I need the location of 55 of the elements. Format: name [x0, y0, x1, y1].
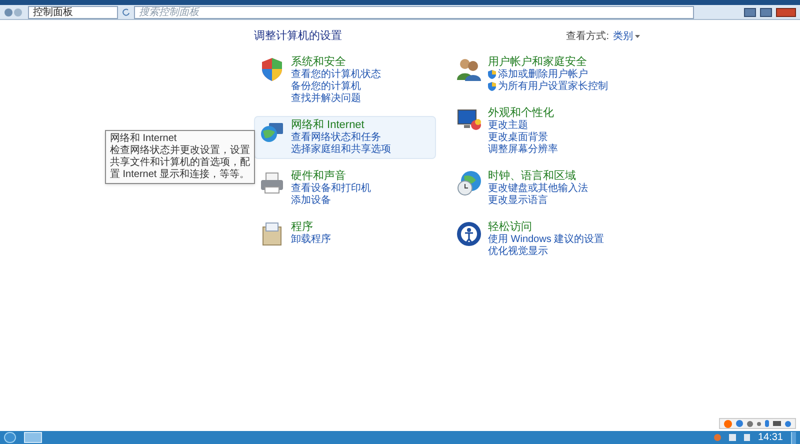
- task-link[interactable]: 更改主题: [488, 120, 528, 132]
- category-panel[interactable]: 用户帐户和家庭安全 添加或删除用户帐户 为所有用户设置家长控制: [451, 52, 633, 96]
- refresh-icon[interactable]: [122, 8, 130, 16]
- task-link[interactable]: 备份您的计算机: [291, 80, 361, 92]
- monitor-icon: [456, 106, 482, 132]
- task-link[interactable]: 更改键盘或其他输入法: [488, 182, 588, 194]
- category-title-link[interactable]: 系统和安全: [291, 56, 381, 68]
- tooltip-text: 检查网络状态并更改设置，设置共享文件和计算机的首选项，配置 Internet 显示和连接，等等。: [110, 144, 250, 180]
- shield-icon: [259, 56, 285, 82]
- show-desktop-button[interactable]: [791, 432, 796, 444]
- printer-icon: [259, 170, 285, 196]
- category-panel[interactable]: 时钟、语言和区域 更改键盘或其他输入法 更改显示语言: [451, 166, 633, 210]
- task-link[interactable]: 查看您的计算机状态: [291, 68, 381, 80]
- category-title-link[interactable]: 时钟、语言和区域: [488, 170, 588, 182]
- accessibility-icon: [456, 220, 482, 246]
- task-link[interactable]: 使用 Windows 建议的设置: [488, 234, 604, 246]
- caret-icon: [635, 34, 640, 38]
- search-field[interactable]: 搜索控制面板: [134, 6, 694, 18]
- view-by-label: 查看方式:: [566, 30, 609, 44]
- category-panel[interactable]: 程序 卸载程序: [254, 218, 436, 250]
- globe-clock-icon: [456, 170, 482, 196]
- task-link[interactable]: 卸载程序: [291, 234, 331, 246]
- category-title-link[interactable]: 程序: [291, 220, 331, 234]
- task-link[interactable]: 更改显示语言: [488, 194, 548, 206]
- minimize-button[interactable]: [744, 8, 756, 16]
- breadcrumb-item[interactable]: 控制面板: [33, 6, 73, 18]
- tooltip-title: 网络和 Internet: [110, 132, 178, 144]
- category-panel[interactable]: 硬件和声音 查看设备和打印机 添加设备: [254, 166, 436, 210]
- maximize-button[interactable]: [760, 8, 772, 16]
- page-heading: 调整计算机的设置: [254, 29, 342, 44]
- task-link[interactable]: 添加设备: [291, 194, 331, 206]
- close-button[interactable]: [776, 8, 796, 16]
- category-panel[interactable]: 轻松访问 使用 Windows 建议的设置 优化视觉显示: [451, 218, 633, 260]
- back-forward-icon[interactable]: [4, 8, 24, 16]
- task-link[interactable]: 优化视觉显示: [488, 246, 548, 258]
- task-link[interactable]: 为所有用户设置家长控制: [498, 80, 608, 92]
- task-link[interactable]: 查找并解决问题: [291, 92, 361, 104]
- task-link[interactable]: 调整屏幕分辨率: [488, 144, 558, 156]
- category-title-link[interactable]: 轻松访问: [488, 220, 604, 234]
- start-button[interactable]: [4, 432, 16, 443]
- address-field[interactable]: 控制面板: [28, 6, 118, 18]
- task-link[interactable]: 查看设备和打印机: [291, 182, 371, 194]
- category-title-link[interactable]: 用户帐户和家庭安全: [488, 56, 608, 68]
- task-link[interactable]: 添加或删除用户帐户: [498, 68, 588, 80]
- category-panel[interactable]: 网络和 Internet 查看网络状态和任务 选择家庭组和共享选项: [254, 116, 436, 158]
- category-title-link[interactable]: 外观和个性化: [488, 106, 558, 120]
- category-title-link[interactable]: 硬件和声音: [291, 170, 371, 182]
- task-link[interactable]: 选择家庭组和共享选项: [291, 144, 391, 156]
- task-link[interactable]: 查看网络状态和任务: [291, 132, 381, 144]
- category-panel[interactable]: 系统和安全 查看您的计算机状态 备份您的计算机 查找并解决问题: [254, 52, 436, 108]
- clock[interactable]: 14:31: [758, 432, 783, 442]
- view-by-dropdown[interactable]: 类别: [613, 28, 640, 44]
- category-panel[interactable]: 外观和个性化 更改主题 更改桌面背景 调整屏幕分辨率: [451, 104, 633, 158]
- task-link[interactable]: 更改桌面背景: [488, 132, 548, 144]
- category-title-link[interactable]: 网络和 Internet: [291, 118, 391, 132]
